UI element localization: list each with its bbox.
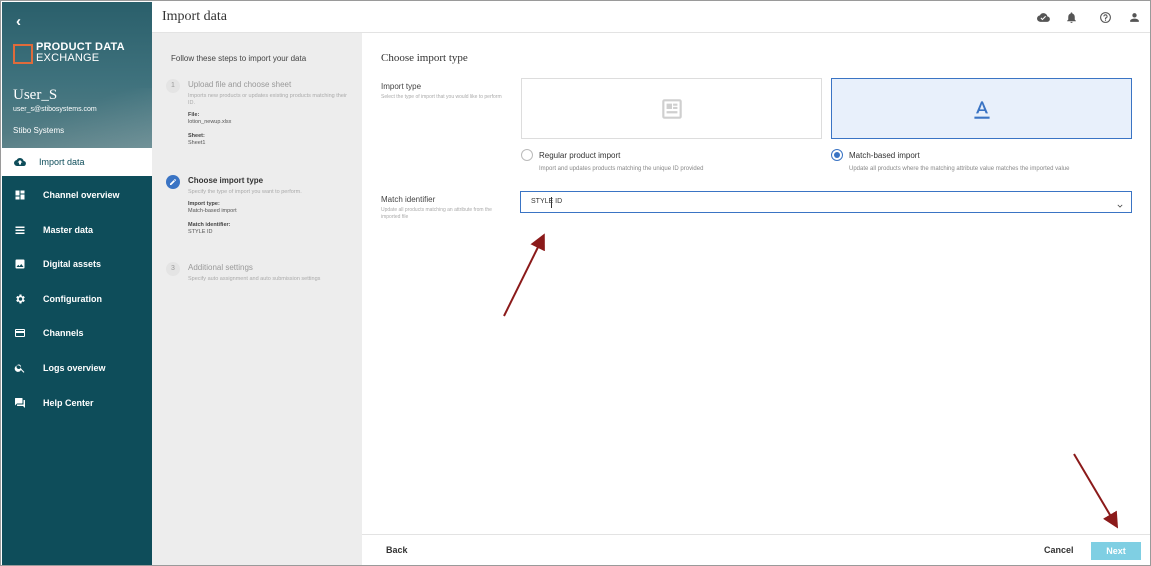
page-title: Import data: [162, 9, 227, 24]
help-icon[interactable]: [1098, 10, 1112, 24]
list-icon: [13, 223, 27, 237]
footer-bar: Back Cancel Next: [362, 534, 1150, 565]
chevron-down-icon[interactable]: [1115, 198, 1125, 208]
radio-match[interactable]: [831, 149, 843, 161]
step-desc: Specify the type of import you want to p…: [188, 189, 302, 195]
app-logo: PRODUCT DATA EXCHANGE: [13, 42, 125, 66]
chat-icon: [13, 396, 27, 410]
search-icon: [13, 361, 27, 375]
regular-import-card[interactable]: [521, 78, 822, 139]
sidebar-item-label: Digital assets: [43, 259, 102, 269]
main-content: Choose import type Import type Select th…: [362, 33, 1150, 534]
match-identifier-label: Match identifier: [381, 195, 436, 204]
sidebar-header: ‹ PRODUCT DATA EXCHANGE User_S user_s@st…: [2, 2, 152, 148]
step-desc: Imports new products or updates existing…: [188, 93, 347, 106]
steps-intro: Follow these steps to import your data: [171, 54, 307, 63]
sidebar-item-label: Channel overview: [43, 190, 120, 200]
step-sheet-value: Sheet1: [188, 140, 206, 146]
logo-line2: EXCHANGE: [36, 52, 100, 64]
regular-import-desc: Import and updates products matching the…: [539, 166, 704, 172]
sidebar-item-help-center[interactable]: Help Center: [2, 389, 152, 417]
step-match-label: Match identifier:: [188, 222, 231, 228]
step-type-value: Match-based import: [188, 208, 237, 214]
logo-square-icon: [13, 44, 33, 64]
card-icon: [13, 326, 27, 340]
step-title: Choose import type: [188, 176, 264, 185]
user-email: user_s@stibosystems.com: [13, 106, 97, 113]
match-import-card[interactable]: [831, 78, 1132, 139]
sidebar: ‹ PRODUCT DATA EXCHANGE User_S user_s@st…: [2, 2, 152, 565]
match-import-radio[interactable]: Match-based import: [831, 149, 920, 161]
steps-panel: Follow these steps to import your data 1…: [152, 33, 362, 565]
sidebar-item-channel-overview[interactable]: Channel overview: [2, 181, 152, 209]
sidebar-item-label: Logs overview: [43, 363, 106, 373]
sidebar-item-label: Channels: [43, 328, 84, 338]
back-chevron-icon[interactable]: ‹: [16, 14, 32, 30]
pencil-icon: [166, 175, 180, 189]
section-title: Choose import type: [381, 52, 468, 64]
sidebar-item-digital-assets[interactable]: Digital assets: [2, 250, 152, 278]
sidebar-item-configuration[interactable]: Configuration: [2, 285, 152, 313]
sidebar-item-channels[interactable]: Channels: [2, 319, 152, 347]
image-icon: [13, 257, 27, 271]
import-type-help: Select the type of import that you would…: [381, 94, 502, 100]
dashboard-icon: [13, 188, 27, 202]
cancel-button[interactable]: Cancel: [1044, 545, 1074, 555]
step-desc: Specify auto assignment and auto submiss…: [188, 276, 321, 282]
import-type-label: Import type: [381, 82, 422, 91]
cloud-done-icon[interactable]: [1036, 10, 1050, 24]
step-title: Additional settings: [188, 263, 253, 272]
match-import-desc: Update all products where the matching a…: [849, 166, 1070, 172]
cloud-upload-icon: [13, 155, 27, 169]
sidebar-item-import-data[interactable]: Import data: [2, 148, 152, 176]
sidebar-item-label: Import data: [39, 157, 85, 167]
radio-regular[interactable]: [521, 149, 533, 161]
step-match-value: STYLE ID: [188, 229, 213, 235]
next-button[interactable]: Next: [1091, 542, 1141, 560]
top-bar: Import data: [152, 2, 1150, 33]
text-format-icon: [973, 100, 990, 119]
step-file-value: lotion_newup.xlsx: [188, 119, 232, 125]
user-org: Stibo Systems: [13, 126, 65, 135]
sidebar-item-label: Configuration: [43, 294, 102, 304]
user-name: User_S: [13, 87, 58, 103]
step-number: 3: [166, 262, 180, 276]
step-number: 1: [166, 79, 180, 93]
step-sheet-label: Sheet:: [188, 133, 205, 139]
app-window: ‹ PRODUCT DATA EXCHANGE User_S user_s@st…: [0, 0, 1151, 566]
bell-icon[interactable]: [1064, 10, 1078, 24]
select-value: STYLE ID: [531, 198, 563, 205]
step-type-label: Import type:: [188, 201, 220, 207]
text-caret: [551, 197, 552, 208]
sidebar-item-label: Master data: [43, 225, 94, 235]
article-icon: [661, 98, 682, 119]
regular-import-label: Regular product import: [539, 150, 621, 160]
match-identifier-select[interactable]: STYLE ID: [520, 191, 1132, 213]
match-identifier-help: Update all products matching an attribut…: [381, 207, 492, 220]
match-import-label: Match-based import: [849, 150, 920, 160]
step-title: Upload file and choose sheet: [188, 80, 292, 89]
user-icon[interactable]: [1127, 10, 1141, 24]
gear-icon: [13, 292, 27, 306]
sidebar-item-master-data[interactable]: Master data: [2, 216, 152, 244]
sidebar-item-label: Help Center: [43, 398, 94, 408]
regular-import-radio[interactable]: Regular product import: [521, 149, 620, 161]
sidebar-item-logs-overview[interactable]: Logs overview: [2, 354, 152, 382]
step-file-label: File:: [188, 112, 200, 118]
back-button[interactable]: Back: [386, 545, 408, 555]
